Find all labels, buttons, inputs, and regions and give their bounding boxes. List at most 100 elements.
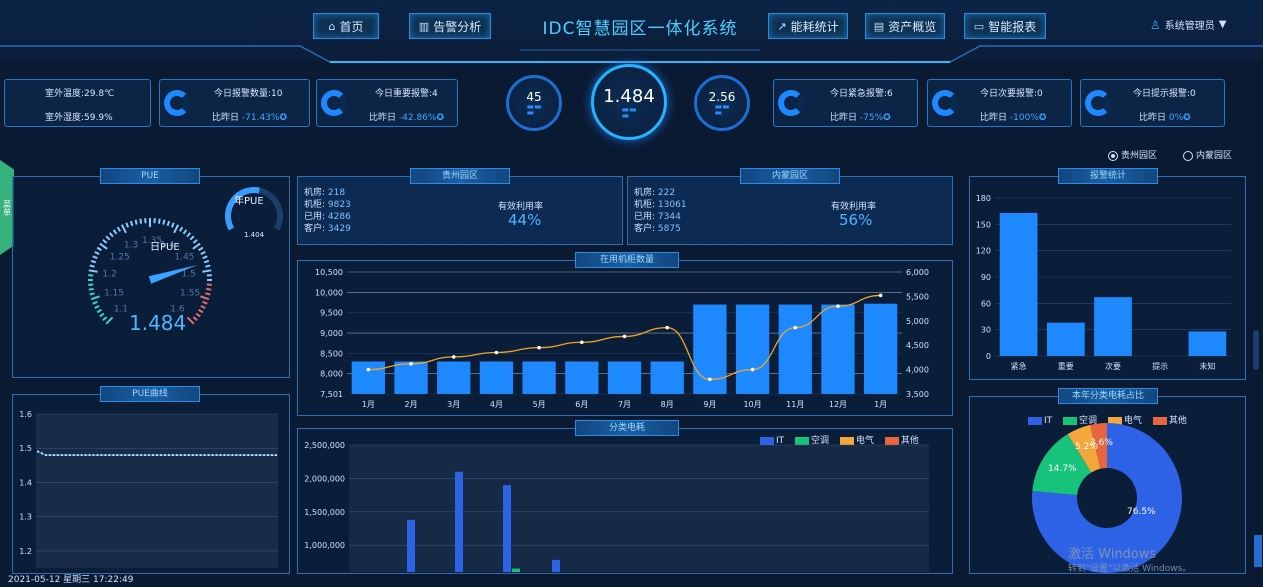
y-tick-label: 30 <box>981 326 991 335</box>
user-icon: ♙ <box>1150 17 1161 32</box>
y-right-tick-label: 3,500 <box>906 390 929 399</box>
line-point <box>537 345 541 350</box>
line-point <box>171 453 174 457</box>
bar <box>512 568 520 572</box>
bar <box>565 361 599 394</box>
y-tick-label: 120 <box>976 247 991 256</box>
status-time: 2021-05-12 星期三 17:22:49 <box>8 575 134 585</box>
line-point <box>219 453 222 457</box>
line-point <box>199 453 202 457</box>
x-tick-label: 2月 <box>404 400 417 409</box>
x-tick-label: 提示 <box>1152 361 1168 371</box>
y-right-tick-label: 5,000 <box>906 317 929 326</box>
radio-selected-icon <box>1108 150 1118 161</box>
x-tick-label: 次要 <box>1105 361 1121 371</box>
energy-chart-title: 分类电耗 <box>575 420 679 436</box>
line-point <box>836 304 840 308</box>
rooms-label: 机房: <box>304 188 326 198</box>
line-point <box>878 293 883 298</box>
report-icon: ▭ <box>973 19 985 33</box>
gauge-tick <box>205 292 211 296</box>
x-tick-label: 3月 <box>447 400 460 409</box>
guizhou-panel-title: 贵州园区 <box>410 168 510 184</box>
ring-icon <box>164 90 190 116</box>
compare-value: -100% <box>1009 113 1039 123</box>
compare-label: 比昨日 <box>1139 113 1167 123</box>
environment-box: 室外温度:29.8℃ 室外湿度:59.9% <box>4 79 151 127</box>
x-tick-label: 1月 <box>874 400 887 409</box>
bar <box>1046 322 1085 356</box>
line-point <box>793 325 798 330</box>
pue-gauge: 1.11.151.21.251.3 1.351.41.451.51.551.6 日… <box>88 187 283 335</box>
bar <box>607 361 642 394</box>
line-point <box>235 453 238 457</box>
line-point <box>64 453 67 457</box>
x-tick-label: 12月 <box>829 400 847 409</box>
gauge-tick <box>139 218 143 224</box>
bar <box>1188 331 1227 356</box>
line-point <box>203 453 206 457</box>
line-point <box>128 453 131 457</box>
gauge-tick <box>173 224 180 234</box>
line-point <box>147 453 151 457</box>
scrollbar[interactable] <box>1253 330 1259 370</box>
gauge-tick <box>192 238 198 244</box>
alarm-box-label: 今日报警数量:10 <box>214 89 283 99</box>
nav-energy-stats-button[interactable]: ↗ 能耗统计 <box>768 13 848 39</box>
y-right-tick-label: 6,000 <box>906 268 929 277</box>
gauge-tick <box>134 219 138 225</box>
y-tick-label: 0 <box>986 352 991 361</box>
x-tick-label: 11月 <box>786 400 804 409</box>
user-menu[interactable]: ♙ 系统管理员 ▼ <box>1150 17 1227 33</box>
line-point <box>96 453 99 457</box>
y-right-tick-label: 4,500 <box>906 341 929 350</box>
kpi-center-value: 1.484 <box>603 85 655 107</box>
x-tick-label: 7月 <box>618 400 631 409</box>
line-point <box>140 453 143 457</box>
park-radio-guizhou[interactable]: 贵州园区 <box>1108 148 1157 161</box>
nav-smart-report-button[interactable]: ▭ 智能报表 <box>964 13 1046 39</box>
gauge-tick-label: 1.25 <box>110 252 130 262</box>
info-icon: ✪ <box>883 113 891 123</box>
pie-label: 14.7% <box>1048 464 1077 474</box>
nav-asset-overview-label: 资产概览 <box>888 19 937 34</box>
y-tick-label: 1.3 <box>19 513 32 522</box>
alarm-box-label: 今日提示报警:0 <box>1133 89 1196 99</box>
line-point <box>494 350 499 355</box>
line-point <box>366 367 371 372</box>
gauge-tick <box>198 308 204 314</box>
kpi-center: 1.484 ▬▬ ▬ <box>591 64 667 140</box>
gauge-tick <box>192 242 201 250</box>
line-point <box>231 453 234 457</box>
energy-chart: 500,0001,000,0001,500,0002,000,0002,500,… <box>304 441 929 572</box>
nav-alarm-analysis-button[interactable]: ▥ 告警分析 <box>409 13 491 39</box>
alarm-stats-title: 报警统计 <box>1058 168 1158 184</box>
compare-value: -42.86% <box>398 113 437 123</box>
ring-icon <box>778 90 804 116</box>
park-radio-neimeng[interactable]: 内蒙园区 <box>1183 148 1232 161</box>
caret-down-icon: ▼ <box>1218 19 1227 30</box>
y-tick-label: 9,500 <box>320 309 343 318</box>
line-point <box>48 453 52 457</box>
gauge-tick <box>203 259 210 264</box>
y-tick-label: 1.2 <box>19 547 32 556</box>
ring-icon <box>932 90 958 116</box>
bar <box>735 304 770 394</box>
line-point <box>112 453 115 457</box>
nav-asset-overview-button[interactable]: ▤ 资产概览 <box>865 13 945 39</box>
line-point <box>92 453 95 457</box>
y-tick-label: 8,500 <box>320 349 343 358</box>
x-tick-label: 1月 <box>362 400 375 409</box>
bar <box>821 304 855 394</box>
gauge-tick <box>88 269 98 273</box>
gauge-tick <box>195 312 201 318</box>
scrollbar-handle[interactable] <box>1254 535 1262 567</box>
gauge-value: 1.484 <box>129 311 186 335</box>
nav-home-button[interactable]: ⌂ 首页 <box>313 13 379 39</box>
pue-curve-title: PUE曲线 <box>100 386 200 402</box>
x-tick-label: 重要 <box>1058 361 1074 371</box>
x-tick-label: 6月 <box>575 400 588 409</box>
used-value: 4286 <box>327 212 351 222</box>
pie-label: 76.5% <box>1127 507 1156 517</box>
gauge-tick <box>129 220 134 227</box>
